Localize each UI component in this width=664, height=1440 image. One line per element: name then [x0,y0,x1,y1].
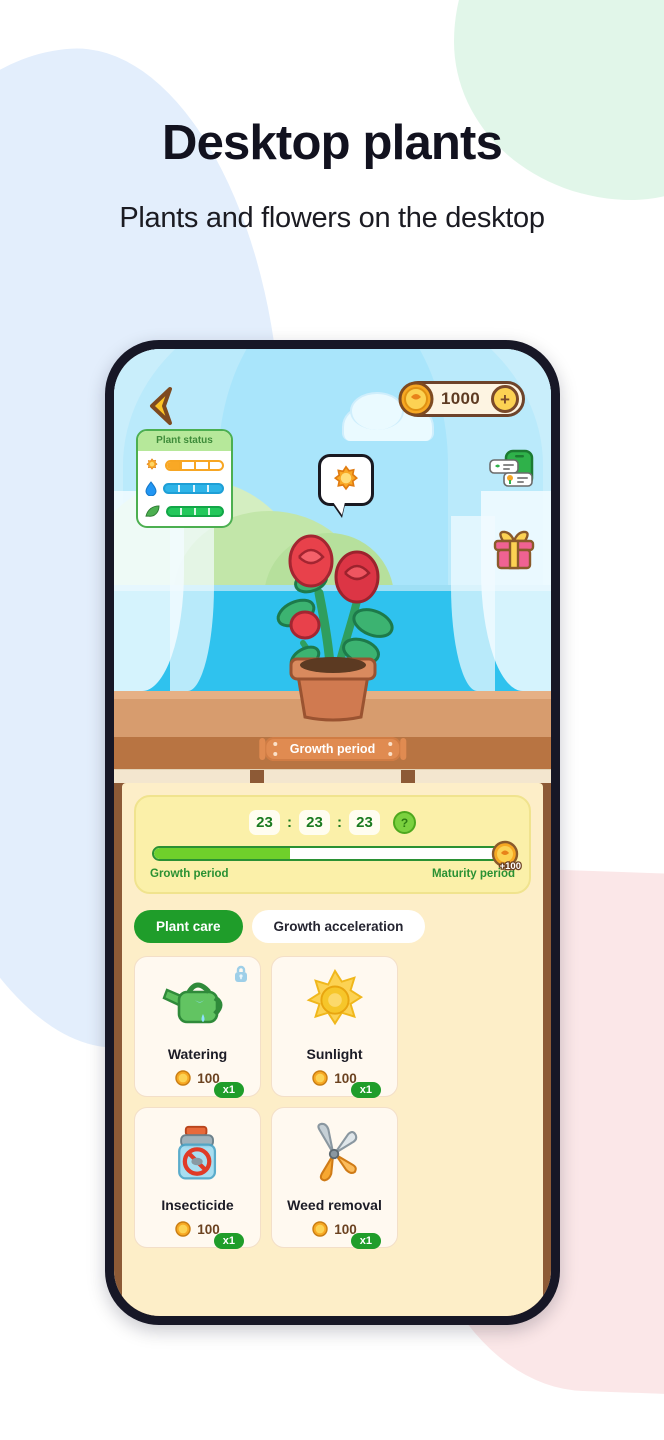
leaf-icon [145,505,160,517]
coin-icon [175,1221,191,1237]
back-button[interactable] [142,385,176,427]
growth-period-banner-label: Growth period [289,742,376,756]
reward-amount-label: +100 [498,860,522,874]
phone-screen: 1000 + Plant status Growth period 23: 2… [114,349,551,1316]
status-row-water [145,481,224,496]
item-quantity-badge: x1 [350,1233,381,1249]
growth-period-banner: Growth period [263,737,402,761]
help-button[interactable]: ? [393,811,416,834]
page-title: Desktop plants [161,116,503,170]
coin-icon [397,380,435,418]
item-name-label: Weed removal [287,1197,382,1213]
coin-icon [312,1070,328,1086]
coin-balance-bar[interactable]: 1000 + [397,380,525,418]
timer-seconds: 23 [349,810,380,835]
item-quantity-badge: x1 [213,1082,244,1098]
hero-text-block: Desktop plants Plants and flowers on the… [0,0,664,235]
tab-growth-acceleration[interactable]: Growth acceleration [251,910,426,943]
sun-icon [278,969,391,1037]
growth-progress-wrap: +100 [152,840,522,873]
sunlight-bar [165,459,224,471]
item-quantity-badge: x1 [213,1233,244,1249]
item-card-weed-removal[interactable]: x1 Weed removal 100 [271,1107,398,1249]
messages-icon[interactable] [489,449,537,493]
plant-status-card: Plant status [136,429,233,528]
progress-start-label: Growth period [150,868,229,880]
coin-icon [175,1070,191,1086]
growth-progress-fill [154,848,290,859]
add-coins-button[interactable]: + [491,385,519,413]
sun-icon [146,458,158,470]
plant-status-rows [138,451,231,526]
plant-status-title: Plant status [138,431,231,451]
growth-timer-card: 23 : 23 : 23 ? +100 Growth period Maturi… [134,795,531,894]
insecticide-icon [141,1120,254,1188]
item-grid: x1 Watering 100 x1 Sunlight 100 x1 Insec… [134,956,531,1249]
item-card-watering[interactable]: x1 Watering 100 [134,956,261,1098]
countdown-timer: 23 : 23 : 23 ? [150,810,515,835]
item-name-label: Watering [167,1046,228,1062]
water-drop-icon [145,481,157,496]
sun-hint-bubble[interactable] [318,454,374,506]
timer-sep-1: : [287,814,292,831]
tab-plant-care[interactable]: Plant care [134,910,243,943]
page-subtitle: Plants and flowers on the desktop [119,201,545,234]
shelf-slats [114,769,551,783]
item-name-label: Insecticide [161,1197,234,1213]
item-card-insecticide[interactable]: x1 Insecticide 100 [134,1107,261,1249]
status-row-sunlight [145,458,224,472]
bottom-panel: 23 : 23 : 23 ? +100 Growth period Maturi… [114,769,551,1316]
panel-content: 23 : 23 : 23 ? +100 Growth period Maturi… [122,783,543,1316]
sun-icon [333,465,359,491]
timer-hours: 23 [249,810,280,835]
growth-progress-bar [152,846,513,861]
item-name-label: Sunlight [306,1046,363,1062]
pruning-shears-icon [278,1120,391,1188]
watering-can-icon [141,969,254,1037]
phone-mockup: 1000 + Plant status Growth period 23: 2… [105,340,560,1325]
item-quantity-badge: x1 [350,1082,381,1098]
water-bar [163,483,224,494]
garden-scene: 1000 + Plant status Growth period [114,349,551,769]
item-card-sunlight[interactable]: x1 Sunlight 100 [271,956,398,1098]
coin-icon [312,1221,328,1237]
coin-amount-label: 1000 [440,389,480,408]
nutrition-bar [166,506,224,517]
gift-icon[interactable] [491,529,537,571]
timer-sep-2: : [337,814,342,831]
timer-minutes: 23 [299,810,330,835]
shop-tabs: Plant care Growth acceleration [134,910,531,943]
progress-labels: Growth period Maturity period [150,868,515,880]
status-row-nutrition [145,505,224,518]
